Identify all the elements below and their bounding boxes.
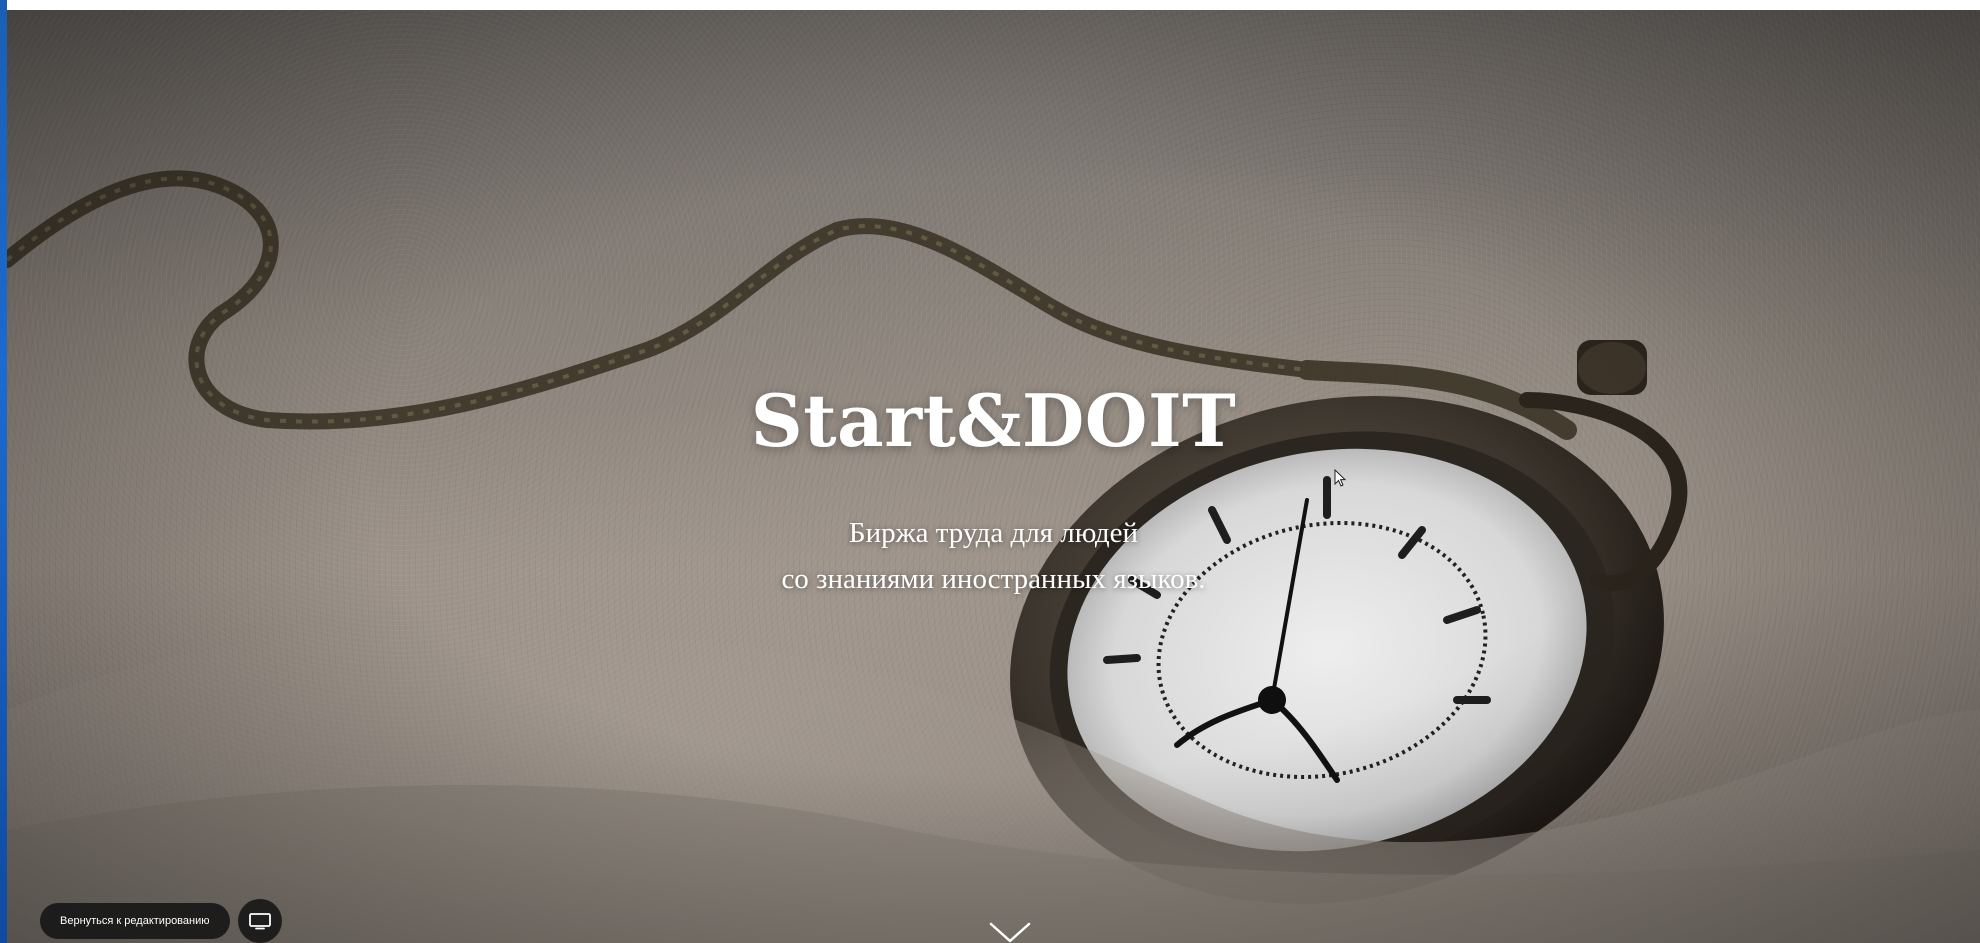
monitor-icon [248, 913, 271, 930]
hero-section: Start&DOIT Биржа труда для людей со знан… [7, 10, 1980, 943]
hero-background-image [7, 170, 1980, 943]
vignette-overlay [7, 10, 1980, 943]
chain-highlights [7, 176, 1308, 424]
page-title: Start&DOIT [750, 378, 1237, 463]
chevron-down-icon [989, 922, 1031, 943]
subtitle-line-1: Биржа труда для людей [848, 517, 1139, 549]
sand-texture [7, 10, 1980, 943]
browser-viewport: Start&DOIT Биржа труда для людей со знан… [0, 0, 1980, 943]
pocket-watch [1010, 340, 1688, 904]
sand-dune [7, 623, 1980, 943]
device-preview-button[interactable] [237, 899, 282, 943]
back-to-editing-button[interactable]: Вернуться к редактированию [40, 903, 230, 939]
desktop-edge [0, 0, 7, 943]
editor-toolbar: Вернуться к редактированию [40, 899, 282, 943]
scroll-down-button[interactable] [988, 920, 1032, 943]
hero-subtitle: Биржа труда для людей со знаниями иностр… [7, 510, 1980, 602]
hero-content: Start&DOIT Биржа труда для людей со знан… [7, 10, 1980, 943]
top-edge [0, 0, 1980, 10]
chain [7, 170, 1577, 440]
mouse-pointer-icon [1334, 469, 1346, 487]
subtitle-line-2: со знаниями иностранных языков. [781, 563, 1206, 595]
